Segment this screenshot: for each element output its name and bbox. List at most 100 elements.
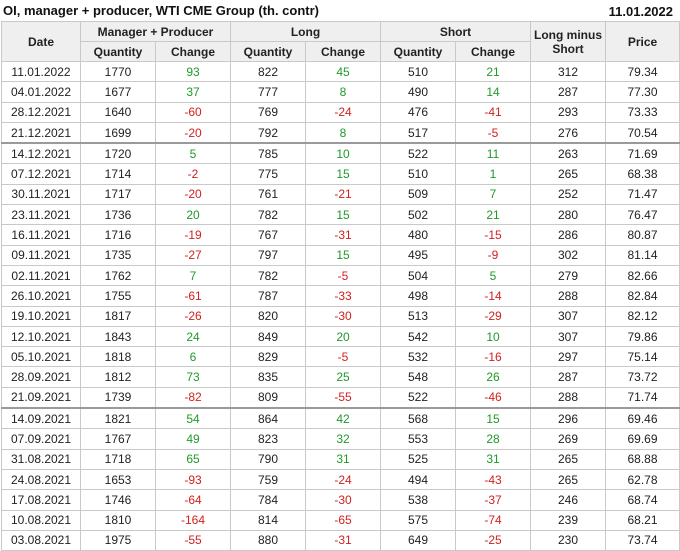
cell-short-change: 21: [455, 204, 532, 226]
cell-mp-quantity: 1843: [80, 325, 156, 348]
cell-mp-quantity: 1810: [80, 509, 156, 531]
cell-mp-change: -60: [155, 101, 231, 123]
cell-short-change: -29: [455, 305, 532, 327]
cell-long-minus-short: 239: [530, 509, 607, 531]
header-mp-quantity: Quantity: [80, 41, 156, 62]
cell-short-change: 1: [455, 163, 532, 185]
cell-mp-change: 20: [155, 204, 231, 226]
cell-long-minus-short: 293: [530, 101, 607, 123]
cell-long-minus-short: 286: [530, 224, 607, 246]
cell-price: 75.14: [605, 346, 680, 368]
cell-long-quantity: 797: [230, 244, 306, 266]
cell-long-minus-short: 287: [530, 366, 607, 388]
cell-price: 68.74: [605, 489, 680, 511]
cell-mp-quantity: 1770: [80, 60, 156, 83]
table-row: 30.11.2021 1717 -20 761 -21 509 7 252 71.47: [1, 183, 680, 206]
cell-date: 02.11.2021: [1, 264, 81, 287]
cell-mp-quantity: 1746: [80, 489, 156, 511]
cell-price: 70.54: [605, 121, 680, 144]
cell-long-quantity: 823: [230, 428, 306, 450]
cell-long-minus-short: 287: [530, 81, 607, 103]
header-mp-change: Change: [155, 41, 231, 62]
header-long-change: Change: [304, 41, 382, 62]
cell-mp-quantity: 1812: [80, 366, 156, 388]
header-short-quantity: Quantity: [380, 41, 457, 62]
cell-long-minus-short: 307: [530, 325, 607, 348]
header-price: Price: [605, 21, 680, 62]
cell-mp-change: 93: [155, 60, 231, 83]
title-bar: OI, manager + producer, WTI CME Group (t…: [0, 0, 680, 20]
cell-short-quantity: 525: [380, 448, 457, 470]
cell-mp-quantity: 1714: [80, 163, 156, 185]
table-row: 07.09.2021 1767 49 823 32 553 28 269 69.69: [1, 428, 680, 450]
cell-price: 79.34: [605, 60, 680, 83]
cell-long-minus-short: 265: [530, 468, 607, 491]
table-row: 31.08.2021 1718 65 790 31 525 31 265 68.88: [1, 448, 680, 470]
cell-mp-quantity: 1818: [80, 346, 156, 368]
cell-short-change: -43: [455, 468, 532, 491]
cell-short-quantity: 502: [380, 204, 457, 226]
cell-short-quantity: 532: [380, 346, 457, 368]
cell-long-change: -21: [304, 183, 382, 206]
cell-long-change: -5: [304, 264, 382, 287]
table-row: 24.08.2021 1653 -93 759 -24 494 -43 265 62.78: [1, 468, 680, 491]
cell-price: 68.88: [605, 448, 680, 470]
cell-long-change: 45: [304, 60, 382, 83]
cell-date: 16.11.2021: [1, 224, 81, 246]
cell-mp-change: -82: [155, 386, 231, 409]
cell-long-minus-short: 288: [530, 386, 607, 409]
cell-long-change: 25: [304, 366, 382, 388]
cell-long-quantity: 822: [230, 60, 306, 83]
cell-short-change: 26: [455, 366, 532, 388]
cell-short-change: -9: [455, 244, 532, 266]
cell-short-quantity: 510: [380, 60, 457, 83]
cell-long-change: 31: [304, 448, 382, 470]
cell-long-quantity: 782: [230, 264, 306, 287]
cell-mp-change: -64: [155, 489, 231, 511]
table-row: 04.01.2022 1677 37 777 8 490 14 287 77.30: [1, 81, 680, 103]
cell-short-quantity: 490: [380, 81, 457, 103]
cell-price: 79.86: [605, 325, 680, 348]
cell-long-quantity: 775: [230, 163, 306, 185]
cell-long-change: 15: [304, 163, 382, 185]
cell-mp-change: 6: [155, 346, 231, 368]
table-row: 28.09.2021 1812 73 835 25 548 26 287 73.72: [1, 366, 680, 388]
cell-short-change: -46: [455, 386, 532, 409]
table-row: 17.08.2021 1746 -64 784 -30 538 -37 246 68.74: [1, 489, 680, 511]
cell-mp-quantity: 1739: [80, 386, 156, 409]
cell-long-change: -55: [304, 386, 382, 409]
cell-short-quantity: 513: [380, 305, 457, 327]
cell-mp-quantity: 1653: [80, 468, 156, 491]
cell-short-quantity: 480: [380, 224, 457, 246]
cell-mp-change: 7: [155, 264, 231, 287]
cell-date: 26.10.2021: [1, 285, 81, 307]
table-row: 14.09.2021 1821 54 864 42 568 15 296 69.46: [1, 407, 680, 430]
cell-short-change: -5: [455, 121, 532, 144]
table-row: 16.11.2021 1716 -19 767 -31 480 -15 286 80.87: [1, 224, 680, 246]
header-long: Long: [229, 21, 382, 42]
cell-short-quantity: 538: [380, 489, 457, 511]
cell-date: 28.12.2021: [1, 101, 81, 123]
cell-long-change: -24: [304, 468, 382, 491]
header-long-quantity: Quantity: [230, 41, 306, 62]
cell-short-change: 31: [455, 448, 532, 470]
cell-long-quantity: 769: [230, 101, 306, 123]
header-long-minus-short: Long minus Short: [530, 21, 607, 62]
cell-date: 30.11.2021: [1, 183, 81, 206]
cell-short-quantity: 522: [380, 142, 457, 165]
cell-price: 82.84: [605, 285, 680, 307]
cell-price: 81.14: [605, 244, 680, 266]
cell-long-minus-short: 252: [530, 183, 607, 206]
cell-long-quantity: 767: [230, 224, 306, 246]
cell-long-change: 10: [304, 142, 382, 165]
cell-mp-quantity: 1677: [80, 81, 156, 103]
cell-mp-quantity: 1817: [80, 305, 156, 327]
cell-long-quantity: 829: [230, 346, 306, 368]
cot-table: Date Manager + Producer Long Short Long …: [1, 21, 680, 551]
cell-date: 14.12.2021: [1, 142, 81, 165]
cell-long-change: -65: [304, 509, 382, 531]
cell-price: 71.74: [605, 386, 680, 409]
cell-long-change: 15: [304, 204, 382, 226]
cell-mp-quantity: 1720: [80, 142, 156, 165]
cell-short-quantity: 575: [380, 509, 457, 531]
